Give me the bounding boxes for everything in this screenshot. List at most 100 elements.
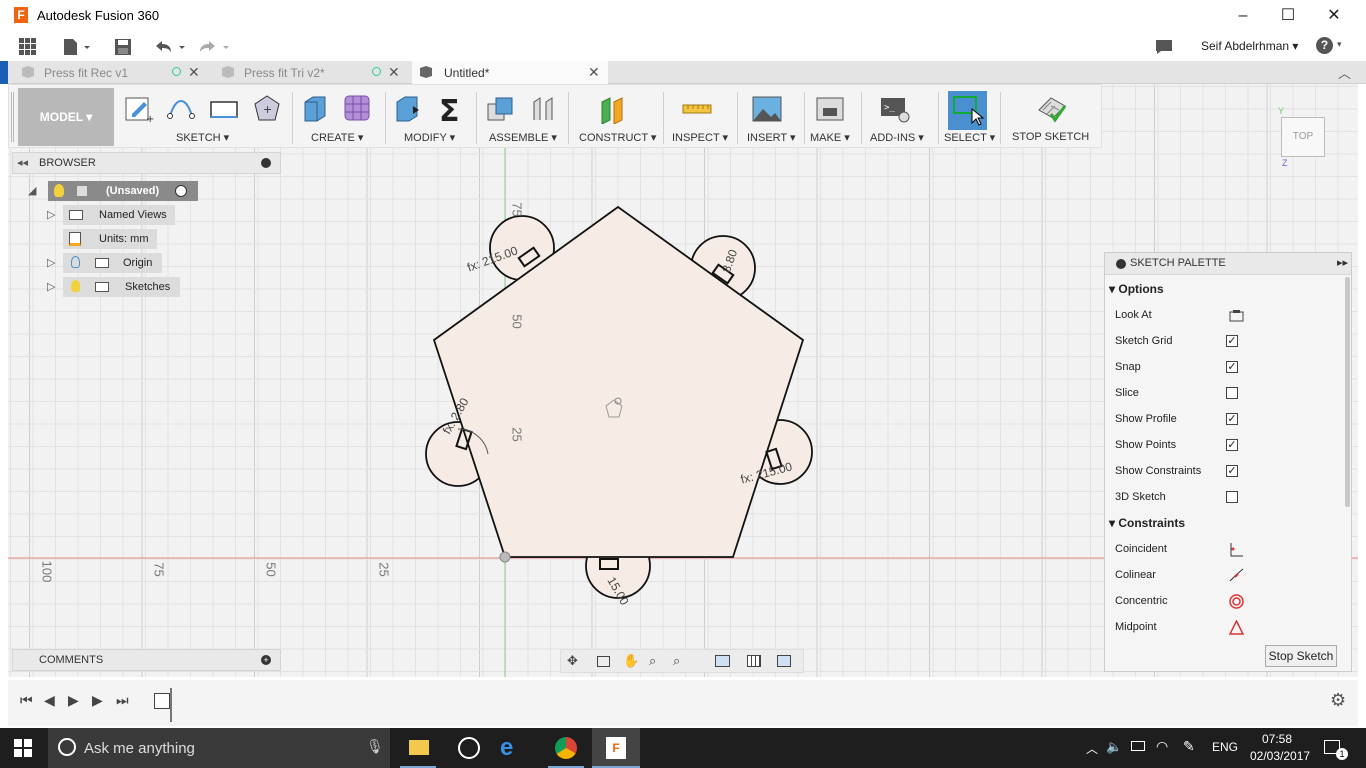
grid-settings-icon[interactable] bbox=[747, 655, 761, 667]
pan-icon[interactable]: ✋ bbox=[623, 653, 639, 669]
option-look-at[interactable]: Look At bbox=[1115, 302, 1335, 328]
concentric-icon[interactable] bbox=[1229, 594, 1244, 609]
timeline-settings-icon[interactable]: ⚙ bbox=[1330, 690, 1346, 711]
media-app-button[interactable] bbox=[450, 728, 486, 768]
select-menu[interactable]: SELECT ▾ bbox=[944, 131, 995, 144]
windows-start-icon[interactable] bbox=[14, 739, 32, 757]
insert-menu[interactable]: INSERT ▾ bbox=[747, 131, 796, 144]
option-snap[interactable]: Snap ✓ bbox=[1115, 354, 1335, 380]
file-explorer-button[interactable] bbox=[400, 728, 436, 768]
zoom-icon[interactable]: ⌕ bbox=[649, 653, 656, 669]
timeline-marker[interactable] bbox=[170, 688, 176, 722]
expand-arrow-icon[interactable]: ▷ bbox=[47, 205, 55, 225]
collapse-arrow-icon[interactable]: ◢ bbox=[28, 181, 36, 201]
stop-sketch-button[interactable]: STOP SKETCH bbox=[1012, 131, 1089, 143]
construct-menu[interactable]: CONSTRUCT ▾ bbox=[579, 131, 656, 144]
viewports-icon[interactable] bbox=[777, 655, 791, 667]
scripts-addins-icon[interactable]: >_ bbox=[880, 94, 910, 124]
fusion-taskbar-button[interactable]: F bbox=[592, 728, 640, 768]
parameters-icon[interactable]: Σ bbox=[436, 94, 466, 124]
addins-menu[interactable]: ADD-INS ▾ bbox=[870, 131, 924, 144]
collapse-tabs-icon[interactable]: ︿ bbox=[1338, 63, 1351, 82]
chrome-button[interactable] bbox=[548, 728, 584, 768]
joint-icon[interactable] bbox=[528, 94, 558, 124]
workspace-switcher[interactable]: MODEL ▾ bbox=[18, 88, 114, 146]
collapse-browser-icon[interactable]: ◂◂ bbox=[17, 156, 28, 169]
browser-minimize-icon[interactable] bbox=[261, 158, 271, 168]
close-tab-icon[interactable]: ✕ bbox=[388, 64, 400, 81]
coincident-icon[interactable] bbox=[1229, 542, 1244, 557]
expand-arrow-icon[interactable]: ▷ bbox=[47, 277, 55, 297]
insert-image-icon[interactable] bbox=[752, 94, 782, 124]
measure-icon[interactable] bbox=[682, 94, 712, 124]
go-to-end-icon[interactable]: ⏭ bbox=[116, 692, 129, 709]
option-slice[interactable]: Slice bbox=[1115, 380, 1335, 406]
browser-panel-header[interactable]: ◂◂ BROWSER bbox=[12, 152, 281, 174]
help-dropdown-icon[interactable]: ▾ bbox=[1337, 39, 1342, 50]
comments-panel-header[interactable]: COMMENTS + bbox=[12, 649, 281, 671]
wifi-icon[interactable]: ◠ bbox=[1156, 738, 1168, 755]
constraint-midpoint[interactable]: Midpoint bbox=[1115, 614, 1335, 640]
midpoint-icon[interactable] bbox=[1229, 620, 1244, 635]
offset-plane-icon[interactable] bbox=[598, 94, 628, 124]
step-back-icon[interactable]: ◀ bbox=[44, 692, 55, 709]
colinear-icon[interactable] bbox=[1229, 568, 1244, 583]
tab-press-fit-rec[interactable]: Press fit Rec v1 ✕ bbox=[16, 61, 206, 84]
browser-item-named-views[interactable]: ▷ Named Views bbox=[47, 205, 175, 225]
language-indicator[interactable]: ENG bbox=[1212, 740, 1238, 754]
constraint-coincident[interactable]: Coincident bbox=[1115, 536, 1335, 562]
toolbar-grip[interactable] bbox=[11, 92, 14, 142]
option-show-points[interactable]: Show Points ✓ bbox=[1115, 432, 1335, 458]
sketch-menu[interactable]: SKETCH ▾ bbox=[176, 131, 229, 144]
option-sketch-grid[interactable]: Sketch Grid ✓ bbox=[1115, 328, 1335, 354]
display-settings-icon[interactable] bbox=[715, 655, 730, 667]
user-menu[interactable]: Seif Abdelrhman ▾ bbox=[1201, 39, 1298, 53]
snap-checkbox[interactable]: ✓ bbox=[1226, 361, 1238, 373]
sketch-grid-checkbox[interactable]: ✓ bbox=[1226, 335, 1238, 347]
3d-print-icon[interactable] bbox=[815, 94, 845, 124]
show-points-checkbox[interactable]: ✓ bbox=[1226, 439, 1238, 451]
palette-header[interactable]: SKETCH PALETTE ▸▸ bbox=[1105, 253, 1351, 275]
polygon-icon[interactable]: + bbox=[252, 94, 282, 124]
expand-arrow-icon[interactable]: ▷ bbox=[47, 253, 55, 273]
clock-date[interactable]: 02/03/2017 bbox=[1250, 749, 1310, 763]
option-show-profile[interactable]: Show Profile ✓ bbox=[1115, 406, 1335, 432]
stop-sketch-palette-button[interactable]: Stop Sketch bbox=[1265, 645, 1337, 667]
3d-sketch-checkbox[interactable] bbox=[1226, 491, 1238, 503]
browser-item-origin[interactable]: ▷ Origin bbox=[47, 253, 162, 273]
look-at-icon[interactable] bbox=[597, 656, 610, 667]
new-component-icon[interactable] bbox=[484, 94, 514, 124]
maximize-button[interactable]: ☐ bbox=[1265, 0, 1311, 31]
comment-icon[interactable] bbox=[1155, 39, 1173, 55]
create-menu[interactable]: CREATE ▾ bbox=[311, 131, 363, 144]
close-tab-icon[interactable]: ✕ bbox=[188, 64, 200, 81]
save-icon[interactable] bbox=[114, 38, 132, 56]
step-forward-icon[interactable]: ▶ bbox=[92, 692, 103, 709]
tray-chevron-icon[interactable]: ︿ bbox=[1086, 740, 1098, 757]
options-section-header[interactable]: ▾ Options bbox=[1105, 278, 1335, 300]
line-icon[interactable] bbox=[166, 94, 196, 124]
tab-press-fit-tri[interactable]: Press fit Tri v2* ✕ bbox=[216, 61, 406, 84]
constraint-colinear[interactable]: Colinear bbox=[1115, 562, 1335, 588]
show-constraints-checkbox[interactable]: ✓ bbox=[1226, 465, 1238, 477]
press-pull-icon[interactable] bbox=[393, 94, 423, 124]
make-menu[interactable]: MAKE ▾ bbox=[810, 131, 850, 144]
tab-untitled[interactable]: Untitled* ✕ bbox=[412, 61, 608, 84]
form-icon[interactable] bbox=[343, 94, 373, 124]
modify-menu[interactable]: MODIFY ▾ bbox=[404, 131, 455, 144]
extrude-icon[interactable] bbox=[300, 94, 330, 124]
undo-icon[interactable] bbox=[153, 38, 187, 56]
go-to-start-icon[interactable]: ⏮ bbox=[20, 692, 33, 709]
close-button[interactable]: ✕ bbox=[1311, 0, 1357, 31]
visibility-bulb-icon[interactable] bbox=[71, 280, 80, 292]
minimize-button[interactable]: – bbox=[1220, 0, 1266, 31]
redo-icon[interactable] bbox=[197, 38, 231, 56]
assemble-menu[interactable]: ASSEMBLE ▾ bbox=[489, 131, 557, 144]
select-tool-button[interactable] bbox=[948, 91, 987, 130]
close-tab-icon[interactable]: ✕ bbox=[588, 64, 600, 81]
help-icon[interactable]: ? bbox=[1316, 37, 1333, 54]
stop-sketch-icon[interactable] bbox=[1037, 94, 1067, 124]
microphone-icon[interactable]: 🎙 bbox=[366, 738, 384, 755]
timeline-sketch-feature-icon[interactable] bbox=[154, 693, 170, 709]
inspect-menu[interactable]: INSPECT ▾ bbox=[672, 131, 728, 144]
